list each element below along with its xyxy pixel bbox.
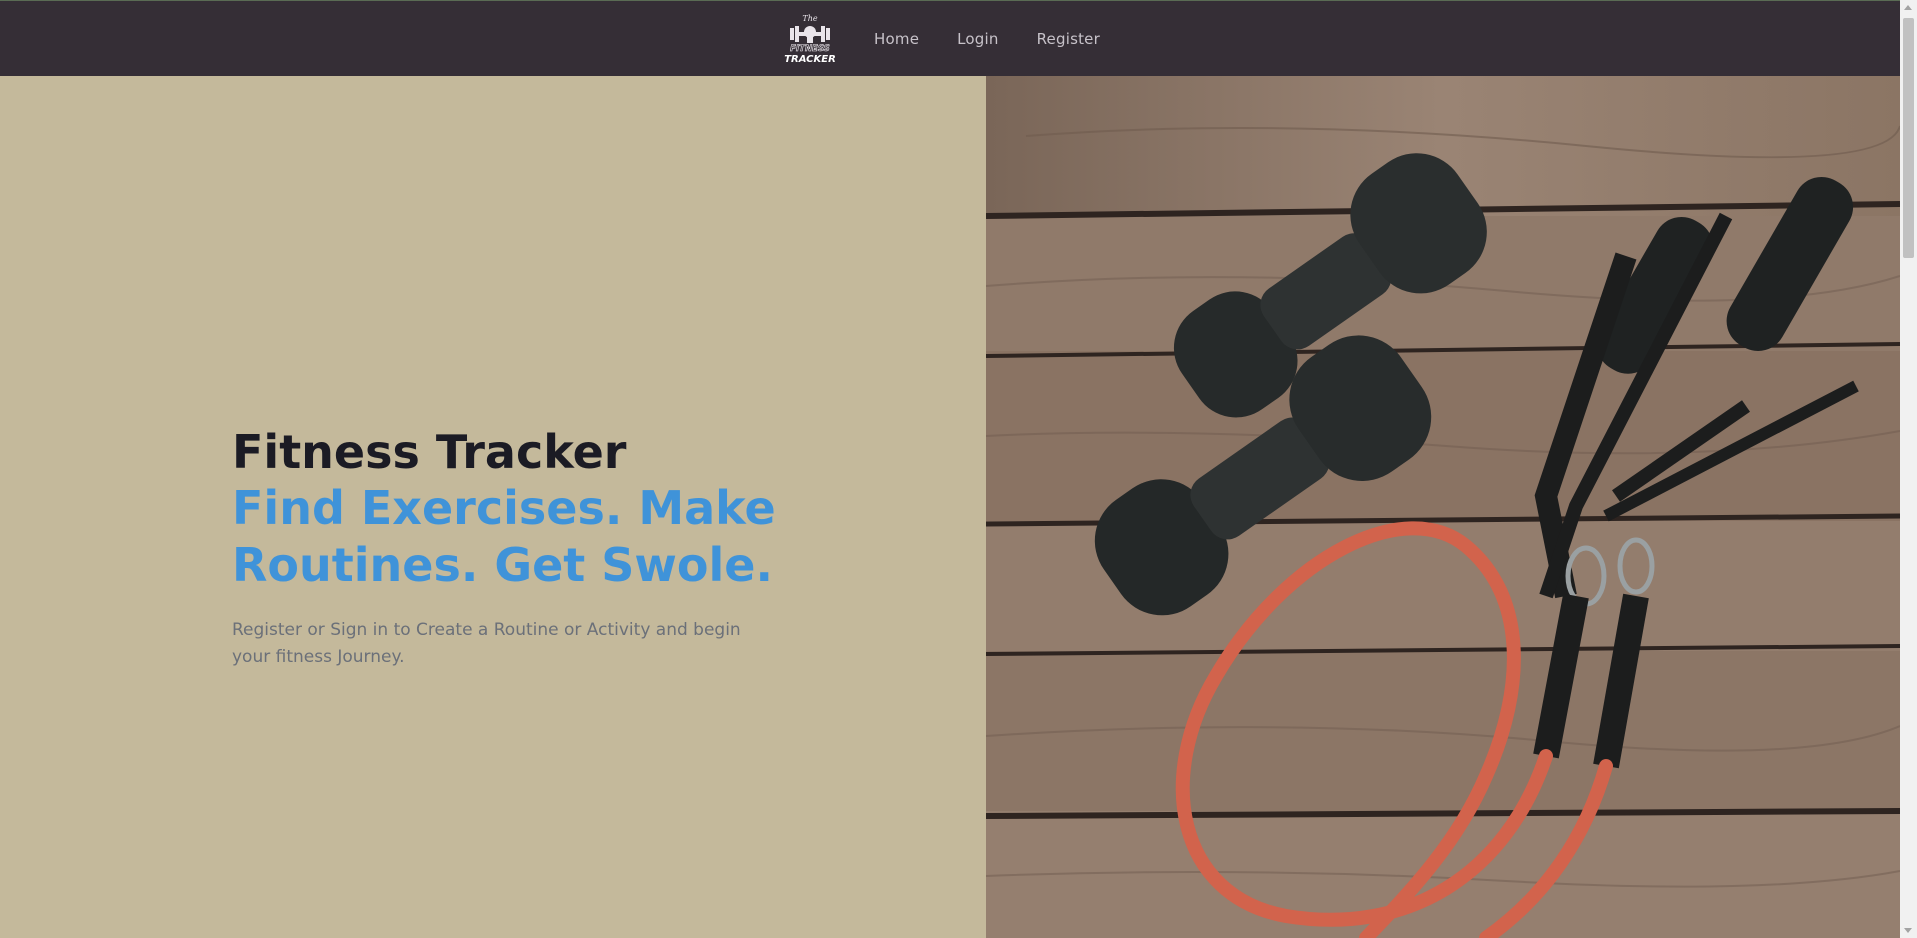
- scroll-down-icon[interactable]: [1904, 928, 1912, 933]
- svg-text:FITNESS: FITNESS: [790, 44, 830, 54]
- svg-text:TRACKER: TRACKER: [784, 54, 836, 65]
- hero-description: Register or Sign in to Create a Routine …: [232, 620, 741, 667]
- nav-link-login[interactable]: Login: [957, 30, 998, 48]
- nav-inner: The FITNESS TRACKER Home Login Register: [781, 10, 1119, 68]
- nav-link-home[interactable]: Home: [874, 30, 919, 48]
- hero-image: [986, 76, 1900, 938]
- scroll-thumb[interactable]: [1903, 18, 1914, 258]
- hero-tagline: Find Exercises. Make Routines. Get Swole…: [232, 481, 776, 592]
- svg-text:The: The: [802, 14, 817, 23]
- navbar: The FITNESS TRACKER Home Login Register: [0, 1, 1900, 76]
- dumbbells-and-resistance-band-icon: [986, 76, 1900, 938]
- nav-link-register[interactable]: Register: [1037, 30, 1100, 48]
- scroll-up-icon[interactable]: [1904, 5, 1912, 10]
- logo[interactable]: The FITNESS TRACKER: [781, 10, 839, 68]
- hero-title: Fitness Tracker: [232, 425, 627, 479]
- scrollbar[interactable]: [1900, 0, 1917, 938]
- fitness-tracker-logo-icon: The FITNESS TRACKER: [784, 14, 836, 65]
